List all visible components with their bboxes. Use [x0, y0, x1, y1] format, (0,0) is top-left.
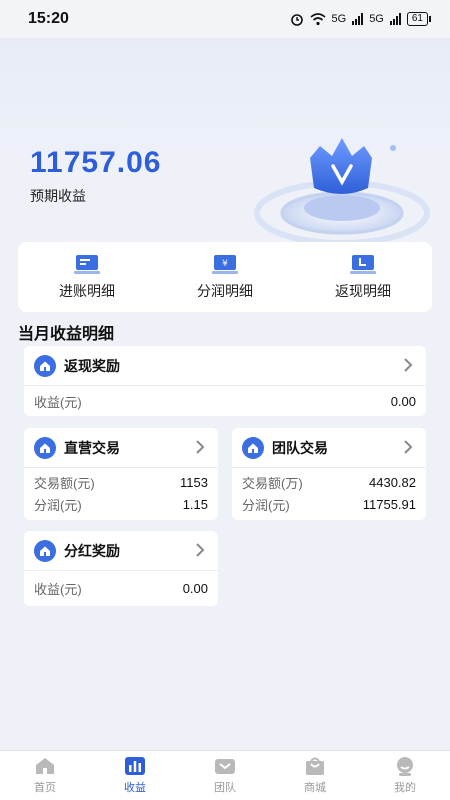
chevron-right-icon — [196, 543, 205, 557]
bottom-tab-bar: 首页 收益 团队 商城 我的 — [0, 750, 450, 800]
profit-share-details-link[interactable]: ¥ 分润明细 — [156, 242, 294, 312]
metric-value: 0.00 — [390, 393, 416, 409]
metric-label: 交易额(万) — [242, 475, 303, 491]
metric-value: 4430.82 — [369, 474, 416, 490]
team-trade-card[interactable]: 团队交易 交易额(万) 4430.82 分润(元) 11755.91 — [232, 428, 426, 520]
metric-label: 分润(元) — [34, 497, 82, 513]
direct-trade-card[interactable]: 直营交易 交易额(元) 1153 分润(元) 1.15 — [24, 428, 218, 520]
battery-icon: 61 — [406, 12, 432, 26]
card-title: 团队交易 — [272, 439, 328, 456]
tab-label: 商城 — [304, 782, 326, 794]
status-time: 15:20 — [28, 10, 69, 27]
income-details-label: 进账明细 — [59, 283, 115, 299]
signal-icon-2 — [389, 13, 401, 25]
chevron-right-icon — [196, 440, 205, 454]
profile-icon — [397, 757, 413, 776]
team-icon — [215, 759, 235, 774]
card-title: 分红奖励 — [64, 542, 120, 559]
metric-label: 收益(元) — [34, 581, 82, 597]
metric-label: 交易额(元) — [34, 475, 95, 491]
wifi-icon — [309, 12, 326, 25]
status-bar: 15:20 5G 5G 61 — [0, 0, 450, 38]
dividend-reward-card[interactable]: 分红奖励 收益(元) 0.00 — [24, 531, 218, 606]
tab-mall[interactable]: 商城 — [270, 751, 360, 800]
card-title: 直营交易 — [64, 439, 120, 456]
chevron-right-icon — [404, 440, 413, 454]
network-type-1: 5G — [331, 13, 347, 25]
clock-ledger-icon — [350, 255, 376, 274]
home-icon — [36, 758, 54, 774]
tab-label: 首页 — [34, 782, 56, 794]
cashback-reward-card[interactable]: 返现奖励 收益(元) 0.00 — [24, 346, 426, 416]
card-header: 分红奖励 — [24, 531, 218, 571]
bag-icon — [306, 757, 324, 775]
tab-label: 收益 — [124, 782, 146, 794]
metric-value: 1.15 — [182, 496, 208, 512]
card-title: 返现奖励 — [64, 357, 120, 374]
metric-row: 分润(元) 11755.91 — [232, 493, 426, 515]
alarm-icon — [290, 14, 303, 26]
cashback-details-label: 返现明细 — [335, 283, 391, 299]
house-icon — [34, 436, 56, 459]
tab-home[interactable]: 首页 — [0, 751, 90, 800]
tab-team[interactable]: 团队 — [180, 751, 270, 800]
house-icon — [242, 436, 264, 459]
expected-earnings-label: 预期收益 — [30, 188, 86, 204]
tab-profile[interactable]: 我的 — [360, 751, 450, 800]
cashback-details-link[interactable]: 返现明细 — [294, 242, 432, 312]
house-icon — [34, 354, 56, 377]
income-details-link[interactable]: 进账明细 — [18, 242, 156, 312]
earnings-header: 11757.06 预期收益 — [0, 38, 450, 248]
metric-row: 收益(元) 0.00 — [24, 576, 218, 600]
metric-row: 交易额(万) 4430.82 — [232, 471, 426, 493]
tab-label: 我的 — [394, 782, 416, 794]
metric-label: 分润(元) — [242, 497, 290, 513]
chevron-right-icon — [404, 358, 413, 372]
metric-row: 交易额(元) 1153 — [24, 471, 218, 493]
section-title: 当月收益明细 — [18, 326, 115, 343]
house-icon — [34, 539, 56, 562]
svg-text:¥: ¥ — [222, 259, 228, 269]
card-header: 团队交易 — [232, 428, 426, 468]
chart-icon — [125, 757, 145, 775]
card-header: 返现奖励 — [24, 346, 426, 386]
metric-row: 收益(元) 0.00 — [24, 389, 426, 413]
yen-icon: ¥ — [212, 255, 238, 274]
signal-icon — [352, 13, 364, 25]
tab-earnings[interactable]: 收益 — [90, 751, 180, 800]
card-header: 直营交易 — [24, 428, 218, 468]
income-ledger-icon — [74, 255, 100, 274]
metric-value: 11755.91 — [362, 496, 416, 512]
metric-label: 收益(元) — [34, 394, 82, 410]
profit-share-details-label: 分润明细 — [197, 283, 253, 299]
status-icons: 5G 5G 61 — [290, 12, 432, 26]
network-type-2: 5G — [369, 13, 384, 25]
metric-value: 1153 — [180, 474, 208, 490]
quick-links-card: 进账明细 ¥ 分润明细 返现明细 — [18, 242, 432, 312]
metric-value: 0.00 — [182, 580, 208, 596]
expected-earnings-amount: 11757.06 — [30, 146, 162, 179]
metric-row: 分润(元) 1.15 — [24, 493, 218, 515]
tab-label: 团队 — [214, 782, 236, 794]
